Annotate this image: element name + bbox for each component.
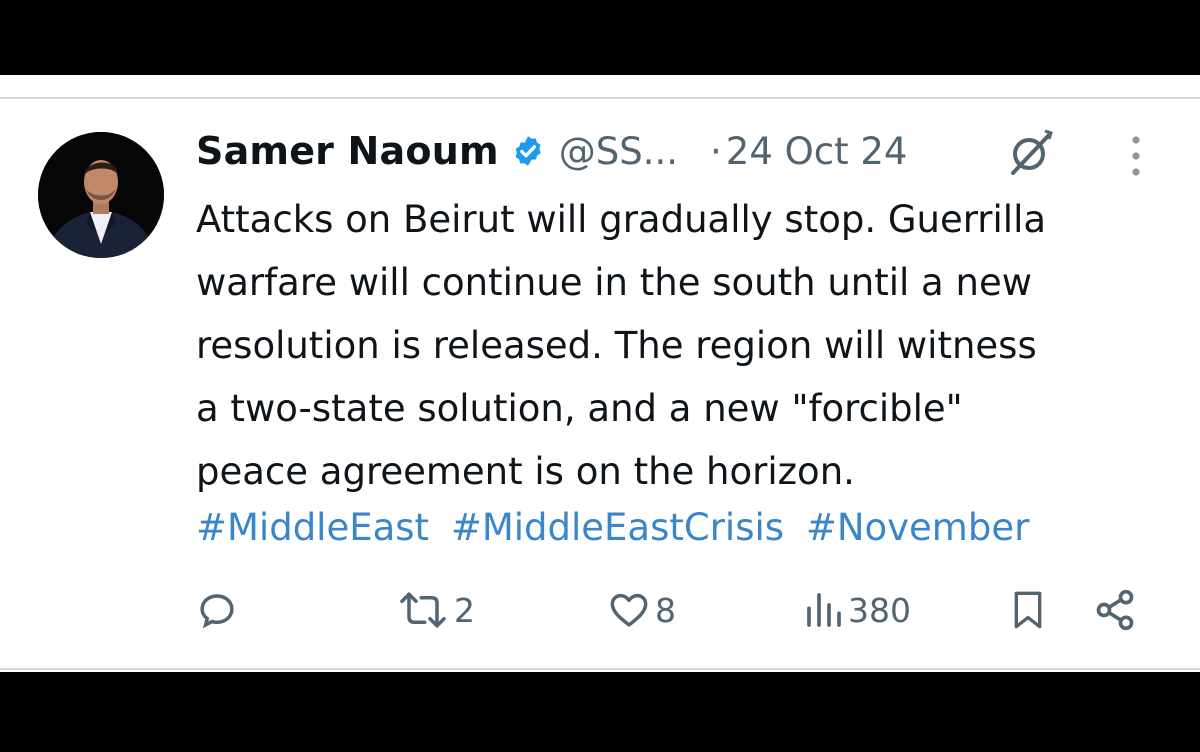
grok-icon[interactable] bbox=[1005, 127, 1057, 179]
tweet-card[interactable]: Samer Naoum @SS... · 24 Oct 24 Attacks o… bbox=[0, 75, 1200, 672]
share-icon bbox=[1096, 589, 1134, 631]
reply-button[interactable] bbox=[196, 585, 242, 635]
hashtag-link[interactable]: #MiddleEast bbox=[196, 506, 429, 549]
author-handle[interactable]: @SS... bbox=[559, 130, 678, 173]
top-divider bbox=[0, 97, 1200, 99]
bookmark-button[interactable] bbox=[1008, 585, 1048, 635]
hashtag-row: #MiddleEast #MiddleEastCrisis #November bbox=[196, 496, 1039, 559]
tweet-text-line: Attacks on Beirut will gradually stop. G… bbox=[196, 198, 1047, 241]
reply-icon bbox=[200, 594, 234, 629]
like-count: 8 bbox=[655, 590, 676, 630]
views-button[interactable]: 380 bbox=[804, 585, 911, 635]
tweet-date[interactable]: 24 Oct 24 bbox=[726, 130, 908, 173]
retweet-icon bbox=[400, 592, 446, 628]
avatar[interactable] bbox=[38, 132, 164, 258]
bookmark-icon bbox=[1014, 591, 1042, 629]
views-chart-icon bbox=[807, 593, 841, 627]
tweet-text-line: resolution is released. The region will … bbox=[196, 324, 1037, 367]
avatar-image bbox=[38, 132, 164, 258]
hashtag-link[interactable]: #MiddleEastCrisis bbox=[451, 506, 784, 549]
hashtag-link[interactable]: #November bbox=[806, 506, 1029, 549]
views-count: 380 bbox=[848, 590, 911, 630]
tweet-header: Samer Naoum @SS... · 24 Oct 24 bbox=[196, 127, 907, 175]
tweet-text-line: peace agreement is on the horizon. bbox=[196, 450, 855, 493]
retweet-button[interactable]: 2 bbox=[396, 585, 475, 635]
verified-badge-icon bbox=[515, 136, 541, 166]
like-button[interactable]: 8 bbox=[607, 585, 676, 635]
more-options-icon[interactable] bbox=[1124, 133, 1148, 179]
author-name[interactable]: Samer Naoum bbox=[196, 129, 499, 173]
like-heart-icon bbox=[610, 593, 648, 627]
tweet-text-line: warfare will continue in the south until… bbox=[196, 261, 1032, 304]
bottom-divider bbox=[0, 668, 1200, 670]
share-button[interactable] bbox=[1093, 585, 1137, 635]
separator-dot: · bbox=[710, 129, 722, 173]
tweet-text-line: a two-state solution, and a new "forcibl… bbox=[196, 387, 963, 430]
tweet-text: Attacks on Beirut will gradually stop. G… bbox=[196, 188, 1186, 503]
retweet-count: 2 bbox=[454, 590, 475, 630]
